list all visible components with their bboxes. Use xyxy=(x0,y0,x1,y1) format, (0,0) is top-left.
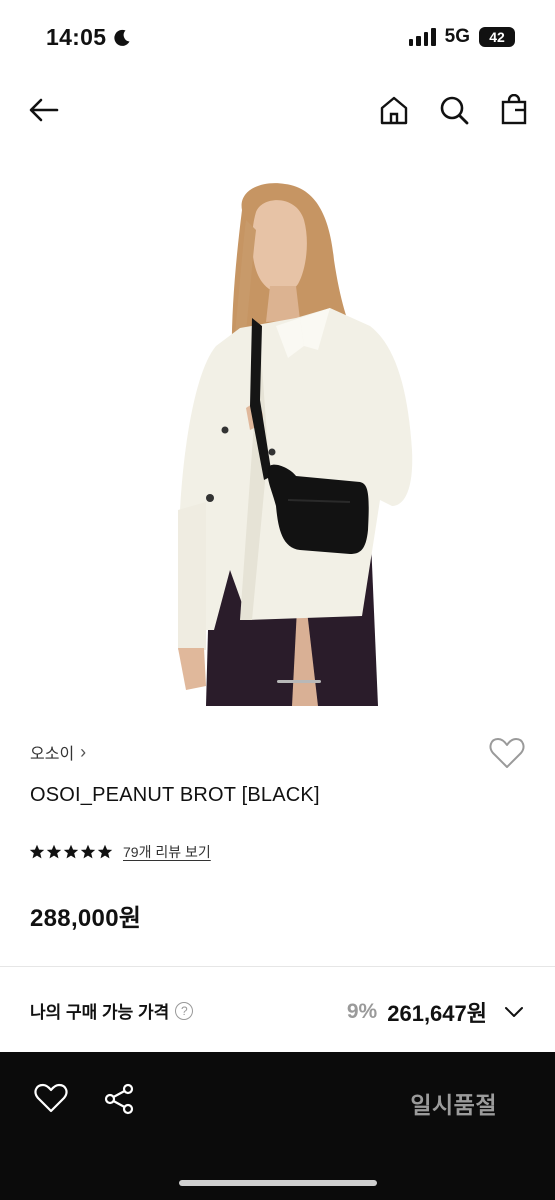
star-icon xyxy=(46,844,62,859)
status-indicators: 5G 42 xyxy=(408,26,515,48)
divider xyxy=(0,966,555,967)
network-type: 5G xyxy=(444,26,470,47)
image-pager-indicator xyxy=(277,680,321,683)
wishlist-heart-icon[interactable] xyxy=(489,736,525,770)
my-price-toggle[interactable]: 9% 261,647원 xyxy=(347,996,525,1028)
home-indicator[interactable] xyxy=(179,1180,377,1186)
battery-level: 42 xyxy=(489,29,505,45)
brand-link[interactable]: 오소이 › xyxy=(30,740,86,764)
status-bar: 14:05 5G 42 xyxy=(0,0,555,70)
product-title: OSOI_PEANUT BROT [BLACK] xyxy=(30,784,320,806)
heart-icon[interactable] xyxy=(34,1082,70,1118)
my-price-label-group: 나의 구매 가능 가격 ? xyxy=(30,998,194,1023)
moon-icon xyxy=(114,29,130,46)
shopping-bag-icon[interactable] xyxy=(496,92,532,128)
signal-icon xyxy=(408,28,436,46)
star-icon xyxy=(29,844,45,859)
star-icon xyxy=(80,844,96,859)
star-icon xyxy=(97,844,113,859)
product-image-gallery[interactable] xyxy=(0,150,555,710)
status-time-group: 14:05 xyxy=(46,24,132,51)
soldout-button[interactable]: 일시품절 xyxy=(410,1086,497,1120)
star-icon xyxy=(63,844,79,859)
my-price-label: 나의 구매 가능 가격 xyxy=(30,1003,170,1022)
status-time: 14:05 xyxy=(46,24,107,50)
battery-icon: 42 xyxy=(479,27,515,47)
my-price-value: 261,647원 xyxy=(387,1001,487,1026)
search-icon[interactable] xyxy=(436,92,472,128)
product-price: 288,000원 xyxy=(30,905,142,932)
chevron-right-icon: › xyxy=(80,741,87,762)
bottom-action-bar: 일시품절 xyxy=(0,1052,555,1200)
rating-stars xyxy=(29,844,113,860)
back-arrow-icon[interactable] xyxy=(26,92,62,128)
product-photo xyxy=(178,183,413,706)
help-icon[interactable]: ? xyxy=(175,1001,194,1020)
discount-rate: 9% xyxy=(346,1000,378,1023)
top-navigation xyxy=(0,84,555,136)
rating-row: 79개 리뷰 보기 xyxy=(29,842,211,862)
home-icon[interactable] xyxy=(376,92,412,128)
brand-name: 오소이 xyxy=(30,746,75,763)
chevron-down-icon xyxy=(505,1007,523,1017)
review-link[interactable]: 79개 리뷰 보기 xyxy=(123,842,211,862)
share-icon[interactable] xyxy=(102,1082,138,1118)
